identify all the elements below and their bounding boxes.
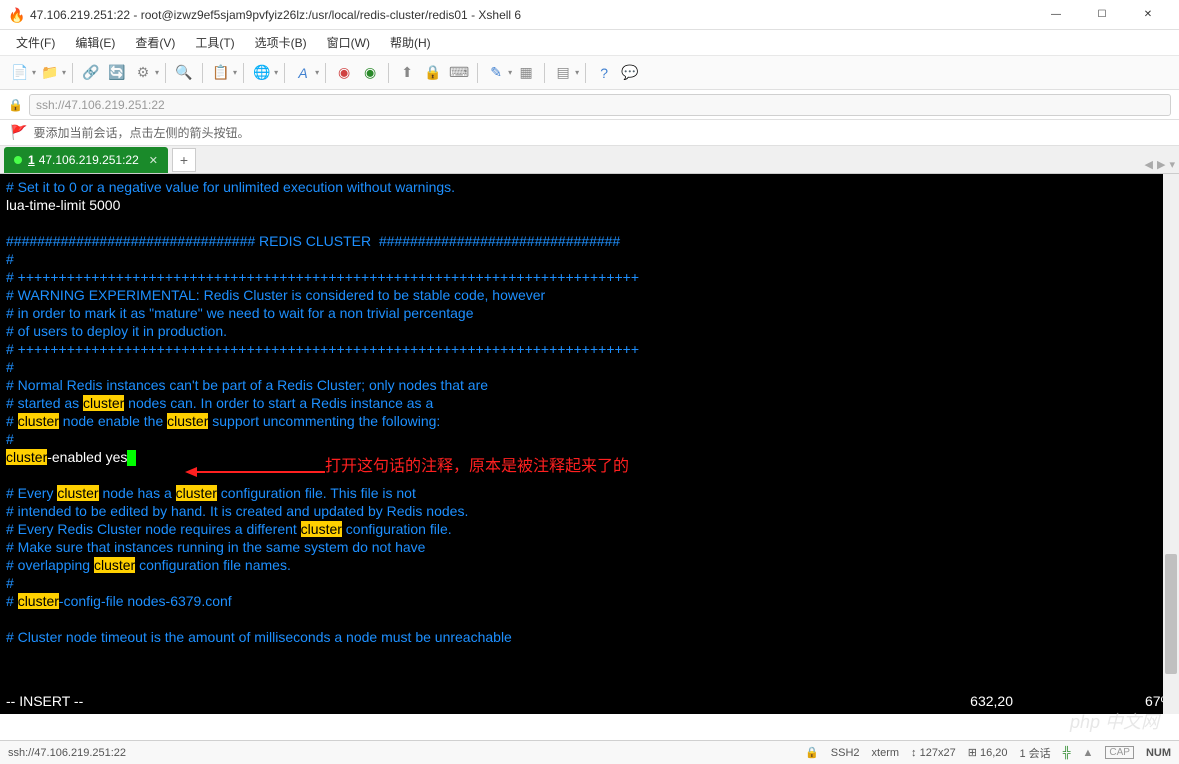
menu-file[interactable]: 文件(F) — [8, 32, 63, 53]
globe-icon[interactable]: 🌐 — [250, 61, 274, 85]
tab-index: 1 — [28, 153, 35, 167]
statusbar: ssh://47.106.219.251:22 🔒 SSH2 xterm ↕ 1… — [0, 740, 1179, 764]
status-cap: CAP — [1105, 746, 1134, 759]
separator — [202, 63, 203, 83]
separator — [585, 63, 586, 83]
settings-icon[interactable]: ⚙ — [131, 61, 155, 85]
font-icon[interactable]: A — [291, 61, 315, 85]
tab-label: 47.106.219.251:22 — [39, 153, 139, 167]
menu-edit[interactable]: 编辑(E) — [67, 32, 123, 53]
window-controls: — ☐ ✕ — [1033, 0, 1171, 30]
green-circle-icon[interactable]: ◉ — [358, 61, 382, 85]
statusbar-right: 🔒 SSH2 xterm ↕ 127x27 ⊞ 16,20 1 会话 ╬ ▲ C… — [805, 745, 1171, 761]
chat-icon[interactable]: 💬 — [618, 61, 642, 85]
tab-nav: ◀ ▶ ▾ — [1145, 158, 1175, 171]
window-title: 47.106.219.251:22 - root@izwz9ef5sjam9pv… — [30, 8, 1033, 22]
grid-icon[interactable]: ▤ — [551, 61, 575, 85]
menu-tabs[interactable]: 选项卡(B) — [247, 32, 315, 53]
addressbar: 🔒 — [0, 90, 1179, 120]
refresh-icon[interactable]: 🔄 — [105, 61, 129, 85]
lock-status-icon: 🔒 — [805, 746, 819, 759]
copy-icon[interactable]: 📋 — [209, 61, 233, 85]
add-tab-button[interactable]: + — [172, 148, 196, 172]
status-ssh: SSH2 — [831, 747, 860, 759]
menu-window[interactable]: 窗口(W) — [319, 32, 378, 53]
lock-icon: 🔒 — [8, 98, 23, 112]
infobar: 🚩 要添加当前会话，点击左侧的箭头按钮。 — [0, 120, 1179, 146]
keyboard-icon[interactable]: ⌨ — [447, 61, 471, 85]
separator — [544, 63, 545, 83]
upload-icon[interactable]: ⬆ — [395, 61, 419, 85]
vim-statusline: -- INSERT --632,2067% — [6, 692, 1173, 710]
red-circle-icon[interactable]: ◉ — [332, 61, 356, 85]
open-folder-icon[interactable]: 📁 — [38, 61, 62, 85]
status-pos: ⊞ 16,20 — [968, 746, 1008, 759]
help-icon[interactable]: ? — [592, 61, 616, 85]
lock-icon[interactable]: 🔒 — [421, 61, 445, 85]
new-session-icon[interactable]: 📄 — [8, 61, 32, 85]
status-dot-icon — [14, 156, 22, 164]
edit-icon[interactable]: ✎ — [484, 61, 508, 85]
separator — [165, 63, 166, 83]
tab-next-icon[interactable]: ▶ — [1157, 158, 1165, 171]
infobar-text: 要添加当前会话，点击左侧的箭头按钮。 — [33, 124, 249, 141]
menu-help[interactable]: 帮助(H) — [382, 32, 439, 53]
minimize-button[interactable]: — — [1033, 0, 1079, 30]
arrow-icon — [185, 462, 325, 482]
separator — [388, 63, 389, 83]
menubar: 文件(F) 编辑(E) 查看(V) 工具(T) 选项卡(B) 窗口(W) 帮助(… — [0, 30, 1179, 56]
maximize-button[interactable]: ☐ — [1079, 0, 1125, 30]
annotation-text: 打开这句话的注释，原本是被注释起来了的 — [325, 458, 629, 476]
statusbar-left: ssh://47.106.219.251:22 — [8, 747, 805, 759]
session-tab[interactable]: 1 47.106.219.251:22 ✕ — [4, 147, 168, 173]
link-icon[interactable]: 🔗 — [79, 61, 103, 85]
address-input[interactable] — [29, 94, 1171, 116]
separator — [284, 63, 285, 83]
tab-dropdown-icon[interactable]: ▾ — [1169, 158, 1175, 171]
menu-tools[interactable]: 工具(T) — [187, 32, 242, 53]
tab-prev-icon[interactable]: ◀ — [1145, 158, 1153, 171]
scrollbar[interactable] — [1163, 174, 1179, 714]
status-term: xterm — [872, 747, 900, 759]
scrollbar-thumb[interactable] — [1165, 554, 1177, 674]
menu-view[interactable]: 查看(V) — [127, 32, 183, 53]
status-up-icon: ▲ — [1082, 747, 1093, 759]
status-num: NUM — [1146, 747, 1171, 759]
tabbar: 1 47.106.219.251:22 ✕ + ◀ ▶ ▾ — [0, 146, 1179, 174]
search-icon[interactable]: 🔍 — [172, 61, 196, 85]
terminal[interactable]: # Set it to 0 or a negative value for un… — [0, 174, 1179, 714]
flag-icon[interactable]: 🚩 — [10, 124, 27, 141]
status-size: ↕ 127x27 — [911, 747, 956, 759]
separator — [243, 63, 244, 83]
layout-icon[interactable]: ▦ — [514, 61, 538, 85]
toolbar: 📄▾ 📁▾ 🔗 🔄 ⚙▾ 🔍 📋▾ 🌐▾ A▾ ◉ ◉ ⬆ 🔒 ⌨ ✎▾ ▦ ▤… — [0, 56, 1179, 90]
titlebar: 🔥 47.106.219.251:22 - root@izwz9ef5sjam9… — [0, 0, 1179, 30]
tab-close-icon[interactable]: ✕ — [149, 154, 158, 167]
separator — [477, 63, 478, 83]
app-icon: 🔥 — [8, 7, 24, 23]
status-sessions: 1 会话 — [1020, 745, 1051, 761]
status-conn-icon: ╬ — [1063, 747, 1071, 759]
close-button[interactable]: ✕ — [1125, 0, 1171, 30]
separator — [325, 63, 326, 83]
separator — [72, 63, 73, 83]
